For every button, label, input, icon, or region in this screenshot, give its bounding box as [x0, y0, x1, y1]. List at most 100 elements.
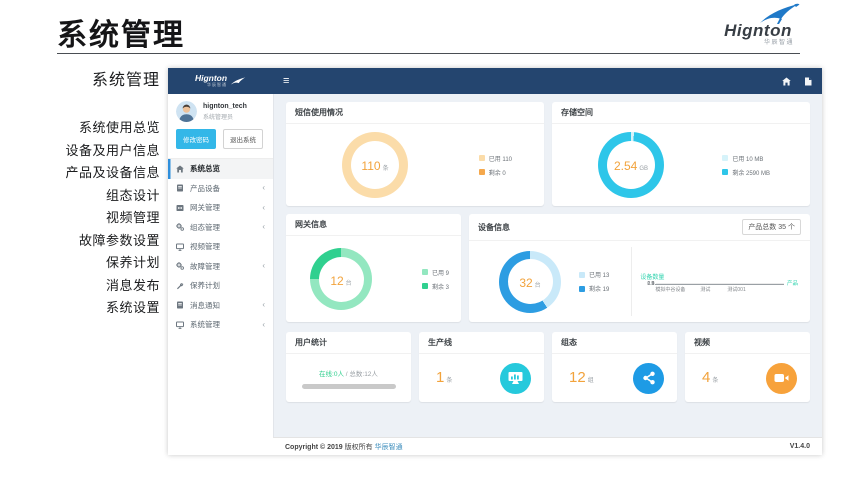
chevron-left-icon: ‹ [262, 204, 265, 212]
storage-unit: GB [639, 166, 648, 172]
app-content: 短信使用情况 110 条 已用 110剩余 0 存储空间 [273, 94, 822, 437]
outer-sidebar-items: 系统使用总览设备及用户信息产品及设备信息组态设计视频管理故障参数设置保养计划消息… [0, 117, 160, 320]
legend-entry: 已用 110 [479, 154, 512, 163]
document-icon[interactable] [804, 77, 812, 86]
logout-button[interactable]: 退出系统 [223, 129, 263, 149]
menu-item-label: 产品设备 [190, 183, 220, 194]
outer-sidebar-item[interactable]: 消息发布 [0, 275, 160, 298]
device-count: 32 [519, 276, 532, 290]
gateway-info-card: 网关信息 12 台 已用 9剩余 3 [286, 214, 461, 322]
wrench-icon [176, 282, 185, 290]
user-stats-text: 在线:0人 / 总数:12人 [319, 368, 378, 378]
legend-label: 剩余 2590 MB [732, 168, 770, 177]
bar-chart-title: 设备数量 [640, 272, 802, 281]
share-icon [633, 363, 664, 394]
outer-sidebar-header: 系统管理 [0, 66, 160, 90]
outer-sidebar-item[interactable]: 视频管理 [0, 207, 160, 230]
legend-label: 剩余 0 [489, 168, 506, 177]
app-menu-item[interactable]: 系统管理‹ [168, 315, 273, 335]
legend-entry: 已用 10 MB [722, 154, 770, 163]
online-count: 在线:0人 [319, 371, 344, 378]
legend-label: 剩余 19 [589, 284, 609, 293]
video-count: 4 [702, 369, 710, 386]
page-title: 系统管理 [57, 10, 185, 54]
outer-sidebar-item[interactable]: 系统设置 [0, 297, 160, 320]
app-menu-item[interactable]: 保养计划 [168, 276, 273, 296]
production-line-card: 生产线 1条 [419, 332, 544, 402]
sms-usage-card: 短信使用情况 110 条 已用 110剩余 0 [286, 102, 544, 206]
product-total-badge[interactable]: 产品总数 35 个 [742, 219, 801, 235]
book-icon [176, 301, 185, 309]
chevron-left-icon: ‹ [262, 321, 265, 329]
app-menu-item[interactable]: 系统总览 [168, 159, 273, 179]
version-label: V1.4.0 [790, 443, 810, 450]
company-link[interactable]: 华辰智通 [375, 444, 403, 451]
top-cards-row: 短信使用情况 110 条 已用 110剩余 0 存储空间 [286, 102, 810, 206]
gateway-donut-chart: 12 台 [310, 248, 372, 310]
y-tick-label: 3 [652, 281, 655, 287]
outer-sidebar-item[interactable]: 保养计划 [0, 252, 160, 275]
app-sidebar: Hignton 华辰智通 hignton_tech 系统管理员 [168, 68, 273, 455]
copyright-text: Copyright © 2019 版权所有 华辰智通 [285, 442, 403, 452]
user-panel: hignton_tech 系统管理员 [168, 94, 273, 127]
bottom-cards-row: 用户统计 在线:0人 / 总数:12人 生产线 1条 [286, 332, 810, 402]
app-logo: Hignton 华辰智通 [168, 68, 273, 94]
total-count: 总数:12人 [349, 371, 378, 378]
brand-logo: Hignton 华辰智通 [712, 3, 804, 46]
hamburger-menu-icon[interactable]: ≡ [283, 76, 289, 86]
device-legend: 已用 13 剩余 19 [579, 270, 609, 293]
sms-count: 110 [361, 159, 380, 173]
legend-swatch [422, 269, 428, 275]
app-menu-item[interactable]: 产品设备 ‹ [168, 179, 273, 199]
monitor-icon [176, 243, 185, 251]
legend-entry: 剩余 0 [479, 168, 512, 177]
legend-entry: 剩余 19 [579, 284, 609, 293]
book-icon [176, 184, 185, 192]
legend-swatch [579, 286, 585, 292]
legend-label: 已用 9 [432, 268, 449, 277]
outer-sidebar-item[interactable]: 产品及设备信息 [0, 162, 160, 185]
gears-icon [176, 262, 185, 270]
menu-item-label: 视频管理 [190, 241, 220, 252]
legend-label: 已用 13 [589, 270, 609, 279]
legend-swatch [722, 169, 728, 175]
device-info-card: 设备信息 产品总数 35 个 32 台 已用 13剩余 19 [469, 214, 810, 322]
card-title: 生产线 [428, 337, 452, 348]
username: hignton_tech [203, 103, 247, 110]
bar-x-labels: 模拟中谷设备测试测试001 [655, 284, 784, 292]
home-icon[interactable] [782, 77, 791, 86]
chevron-left-icon: ‹ [262, 301, 265, 309]
legend-label: 已用 10 MB [732, 154, 763, 163]
monitor-icon [176, 321, 185, 329]
bar-x-axis-label: 产品 [787, 279, 798, 287]
outer-sidebar-item[interactable]: 故障参数设置 [0, 230, 160, 253]
outer-sidebar-item[interactable]: 系统使用总览 [0, 117, 160, 140]
app-logo-name: Hignton [195, 74, 227, 82]
app-menu-item[interactable]: 网关管理‹ [168, 198, 273, 218]
app-menu-item[interactable]: 故障管理‹ [168, 257, 273, 277]
chevron-left-icon: ‹ [262, 184, 265, 192]
app-menu-item[interactable]: 视频管理 [168, 237, 273, 257]
sms-legend: 已用 110 剩余 0 [479, 154, 512, 177]
brand-name: Hignton [712, 24, 804, 37]
gateway-legend: 已用 9 剩余 3 [422, 268, 449, 291]
title-divider [57, 53, 800, 54]
outer-sidebar-item[interactable]: 设备及用户信息 [0, 140, 160, 163]
app-menu-item[interactable]: 组态管理‹ [168, 218, 273, 238]
legend-label: 剩余 3 [432, 282, 449, 291]
app-footer: Copyright © 2019 版权所有 华辰智通 V1.4.0 [273, 437, 822, 455]
sms-unit: 条 [383, 163, 389, 172]
outer-sidebar-item[interactable]: 组态设计 [0, 185, 160, 208]
screenshot-page: 系统管理 Hignton 华辰智通 系统管理 系统使用总览设备及用户信息产品及设… [0, 0, 842, 480]
gateway-count: 12 [330, 274, 343, 288]
change-password-button[interactable]: 修改密码 [176, 129, 216, 149]
outer-sidebar: 系统管理 系统使用总览设备及用户信息产品及设备信息组态设计视频管理故障参数设置保… [0, 66, 160, 320]
x-tick-label: 测试 [700, 286, 710, 293]
card-title: 视频 [694, 337, 710, 348]
legend-label: 已用 110 [489, 154, 512, 163]
user-stats-card: 用户统计 在线:0人 / 总数:12人 [286, 332, 411, 402]
card-title: 存储空间 [561, 107, 593, 118]
legend-swatch [479, 155, 485, 161]
app-menu-item[interactable]: 消息通知‹ [168, 296, 273, 316]
card-title: 设备信息 [478, 222, 510, 233]
